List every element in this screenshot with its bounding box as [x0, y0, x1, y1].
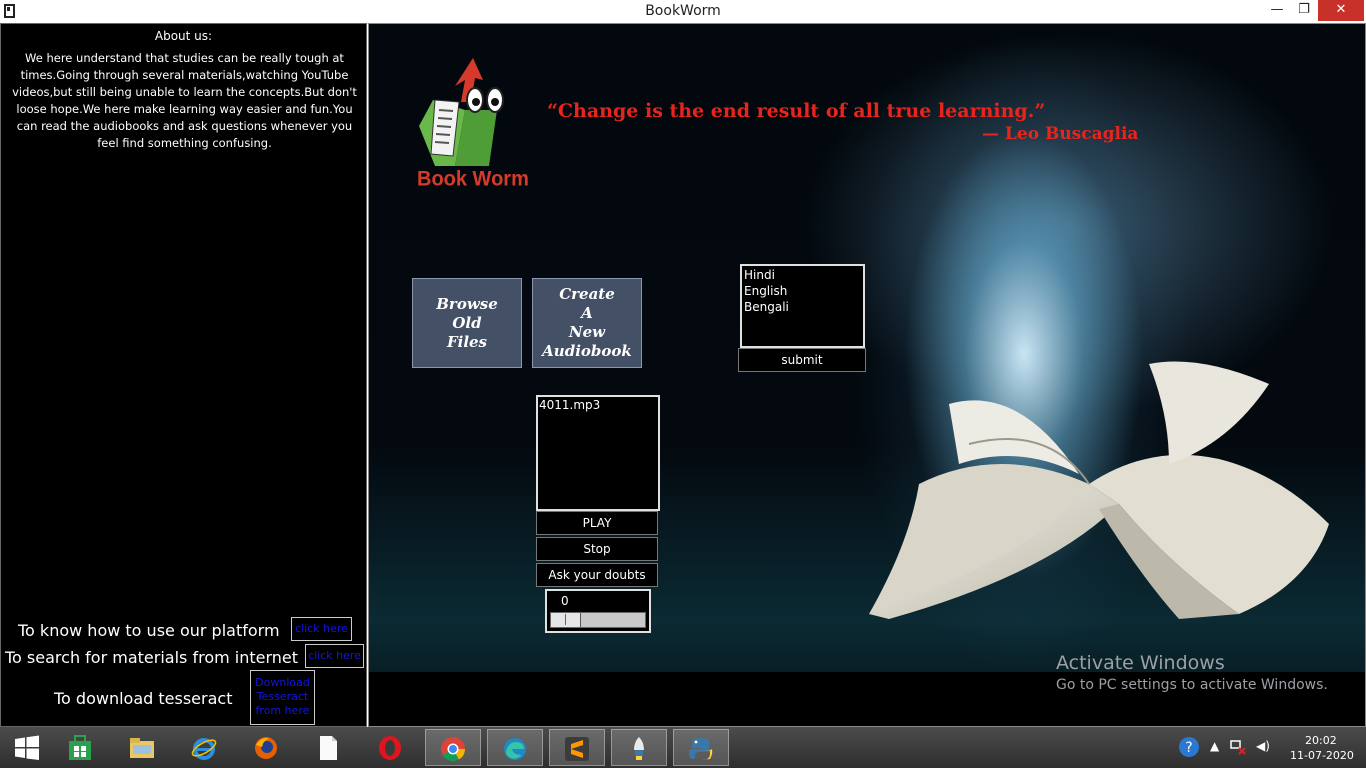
network-disconnected-icon	[1230, 740, 1246, 755]
about-text: We here understand that studies can be r…	[12, 51, 357, 150]
audio-file-list[interactable]: 4011.mp3	[536, 395, 660, 511]
language-list[interactable]: Hindi English Bengali	[740, 264, 865, 348]
quote-text: “Change is the end result of all true le…	[547, 100, 1046, 122]
stop-button[interactable]: Stop	[536, 537, 658, 561]
taskbar-sublime-text[interactable]	[549, 729, 605, 766]
volume-icon[interactable]: ◀)	[1256, 739, 1270, 753]
open-book-image	[869, 361, 1329, 619]
submit-button[interactable]: submit	[738, 348, 866, 372]
python-icon	[689, 738, 713, 760]
taskbar-firefox[interactable]	[239, 729, 295, 766]
about-title: About us:	[154, 29, 213, 43]
sublime-text-icon	[565, 737, 589, 761]
taskbar-chrome[interactable]	[425, 729, 481, 766]
activate-windows-title: Activate Windows	[1056, 652, 1225, 674]
search-click-here-link[interactable]: click here	[305, 644, 364, 668]
about-panel: About us: We here understand that studie…	[0, 23, 367, 727]
browse-old-files-button[interactable]: Browse Old Files	[412, 278, 522, 368]
taskbar-edge[interactable]	[487, 729, 543, 766]
maximize-button[interactable]: ❐	[1291, 0, 1317, 21]
python-rocket-icon	[634, 737, 644, 760]
taskbar-opera[interactable]	[363, 729, 419, 766]
create-new-audiobook-button[interactable]: Create A New Audiobook	[532, 278, 642, 368]
language-option[interactable]: English	[744, 283, 861, 299]
help-usage-label: To know how to use our platform	[18, 621, 280, 640]
help-tesseract-label: To download tesseract	[54, 689, 233, 708]
clock-date[interactable]: 11-07-2020	[1290, 749, 1354, 762]
taskbar: ? ▲ ◀) 20:02 11-07-2020	[0, 727, 1366, 768]
window-title: BookWorm	[645, 3, 721, 19]
taskbar-file-explorer[interactable]	[115, 729, 171, 766]
show-hidden-icons-icon[interactable]: ▲	[1210, 739, 1219, 753]
audio-file-item[interactable]: 4011.mp3	[539, 398, 657, 412]
help-search-label: To search for materials from internet	[5, 648, 299, 667]
help-tray-icon[interactable]: ?	[1178, 736, 1200, 761]
opera-icon	[379, 736, 401, 760]
edge-icon	[504, 738, 526, 760]
taskbar-python-idle[interactable]	[673, 729, 729, 766]
network-icon[interactable]	[1230, 739, 1246, 758]
activate-windows-text: Go to PC settings to activate Windows.	[1056, 677, 1328, 693]
clock-time[interactable]: 20:02	[1305, 734, 1337, 747]
quote-author: — Leo Buscaglia	[982, 124, 1139, 144]
language-option[interactable]: Hindi	[744, 267, 861, 283]
store-icon	[69, 735, 91, 760]
slider-thumb[interactable]	[551, 613, 581, 627]
main-panel: Book Worm “Change is the end result of a…	[368, 23, 1366, 727]
firefox-icon	[255, 737, 277, 759]
taskbar-store[interactable]	[53, 729, 109, 766]
svg-text:?: ?	[1185, 740, 1192, 756]
logo-text: Book Worm	[417, 167, 529, 191]
minimize-button[interactable]: —	[1264, 0, 1290, 21]
language-option[interactable]: Bengali	[744, 299, 861, 315]
progress-value: 0	[561, 594, 569, 608]
playback-progress: 0	[545, 589, 651, 633]
taskbar-notepad[interactable]	[301, 729, 357, 766]
download-tesseract-link[interactable]: Download Tesseract from here	[250, 670, 315, 725]
play-button[interactable]: PLAY	[536, 511, 658, 535]
help-icon: ?	[1179, 737, 1199, 757]
usage-click-here-link[interactable]: click here	[291, 617, 352, 641]
document-icon	[320, 736, 337, 760]
progress-slider[interactable]	[550, 612, 646, 628]
start-button[interactable]	[0, 729, 56, 766]
title-bar: BookWorm — ❐ ✕	[0, 0, 1366, 24]
taskbar-internet-explorer[interactable]	[177, 729, 233, 766]
taskbar-python-launcher[interactable]	[611, 729, 667, 766]
ask-your-doubts-button[interactable]: Ask your doubts	[536, 563, 658, 587]
windows-logo-icon	[15, 735, 39, 760]
internet-explorer-icon	[191, 738, 217, 760]
close-button[interactable]: ✕	[1318, 0, 1364, 21]
chrome-icon	[441, 737, 465, 762]
folder-icon	[130, 738, 154, 758]
